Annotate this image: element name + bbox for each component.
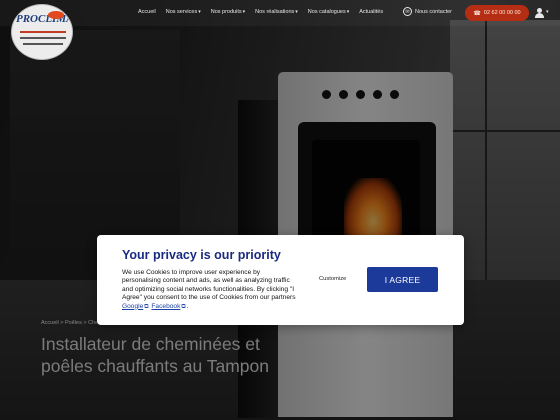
phone-label: 02 62 00 00 00: [483, 10, 521, 16]
contact-link[interactable]: ✉ Nous contacter: [403, 7, 452, 16]
logo-line: [20, 31, 66, 33]
privacy-consent-dialog: Your privacy is our priority We use Cook…: [97, 235, 464, 325]
logo-flame-icon: [48, 11, 64, 19]
main-nav: Accueil Nos services▾ Nos produits▾ Nos …: [138, 9, 383, 15]
privacy-text-end: .: [186, 302, 189, 310]
nav-item-produits[interactable]: Nos produits▾: [211, 9, 245, 15]
privacy-title: Your privacy is our priority: [122, 248, 281, 262]
logo-line: [20, 37, 66, 39]
phone-icon: ☎: [473, 10, 481, 17]
chevron-down-icon: ▾: [198, 9, 201, 15]
chevron-down-icon: ▾: [242, 9, 246, 15]
nav-item-label: Nos produits: [210, 9, 242, 15]
user-icon-body: [535, 13, 544, 18]
user-account-icon[interactable]: [535, 8, 544, 18]
nav-item-accueil[interactable]: Accueil: [138, 9, 156, 15]
agree-label: I AGREE: [384, 274, 421, 285]
privacy-text: We use Cookies to improve user experienc…: [122, 269, 300, 311]
nav-item-actualites[interactable]: Actualités: [359, 9, 383, 15]
page-title: Installateur de cheminées et poêles chau…: [41, 334, 269, 376]
nav-item-catalogues[interactable]: Nos catalogues▾: [308, 9, 349, 15]
chevron-down-icon: ▾: [295, 9, 298, 15]
chevron-down-icon: ▾: [346, 9, 350, 15]
chevron-down-icon[interactable]: ▾: [546, 9, 549, 15]
phone-button[interactable]: ☎ 02 62 00 00 00: [465, 5, 529, 21]
logo-text: PROCLIMA: [16, 13, 73, 25]
nav-item-label: Nos réalisations: [255, 9, 295, 15]
logo-line: [23, 43, 63, 45]
contact-label: Nous contacter: [415, 8, 452, 15]
google-link[interactable]: Google: [122, 303, 143, 310]
nav-item-realisations[interactable]: Nos réalisations▾: [255, 9, 298, 15]
site-logo[interactable]: PROCLIMA: [11, 4, 73, 60]
nav-item-label: Actualités: [359, 9, 384, 15]
nav-item-services[interactable]: Nos services▾: [166, 9, 201, 15]
nav-item-label: Nos services: [165, 9, 198, 15]
nav-item-label: Nos catalogues: [307, 9, 346, 15]
agree-button[interactable]: I AGREE: [367, 267, 438, 292]
facebook-link[interactable]: Facebook: [151, 303, 180, 310]
external-link-icon: ⧉: [144, 303, 149, 310]
privacy-text-body: We use Cookies to improve user experienc…: [122, 269, 296, 302]
external-link-icon: ⧉: [181, 303, 186, 310]
nav-item-label: Accueil: [138, 9, 156, 15]
customize-button[interactable]: Customize: [319, 276, 346, 282]
site-header: PROCLIMA Accueil Nos services▾ Nos produ…: [0, 0, 560, 60]
mail-icon: ✉: [403, 7, 412, 16]
